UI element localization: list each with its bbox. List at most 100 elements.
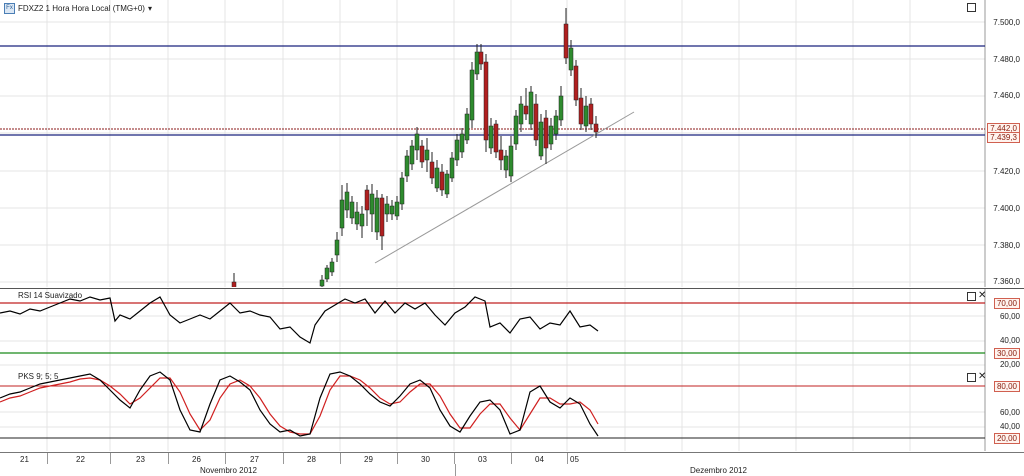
price-label-7380: 7.380,0 [993, 241, 1020, 250]
day-label: 30 [421, 455, 430, 464]
candle-down [533, 103, 539, 141]
candle-down [573, 65, 579, 101]
price-label-7400: 7.400,0 [993, 204, 1020, 213]
candle-up [558, 95, 564, 121]
candle-up [404, 155, 410, 177]
close-pks-icon[interactable]: ✕ [978, 372, 986, 382]
pks-label-60: 60,00 [999, 408, 1020, 417]
candle-up [454, 139, 460, 161]
day-label: 05 [570, 455, 579, 464]
candle-down [588, 103, 594, 125]
candle-down [231, 281, 237, 287]
pks-k-line [0, 371, 599, 437]
candle-up [369, 193, 375, 215]
rsi-label-20: 20,00 [999, 360, 1020, 369]
candle-up [449, 157, 455, 179]
day-label: 23 [136, 455, 145, 464]
day-label: 21 [20, 455, 29, 464]
price-chart-pane[interactable]: Fx FDXZ2 1 Hora Hora Local (TMG+0) ▾ 7.5… [0, 0, 1024, 287]
candle-down [439, 171, 445, 191]
candle-up [538, 121, 544, 157]
candle-up [503, 155, 509, 171]
pks-title: PKS 9; 5; 5 [18, 372, 59, 381]
candle-up [324, 267, 330, 280]
candle-up [349, 201, 355, 219]
candle-up [344, 191, 350, 211]
pks-lower-badge: 20,00 [993, 433, 1020, 444]
line-price-badge: 7.439,3 [987, 132, 1020, 143]
rsi-pane[interactable]: RSI 14 Suavizado ✕ 70,00 60,00 40,00 30,… [0, 289, 1024, 370]
candle-up [399, 177, 405, 205]
candle-down [419, 145, 425, 163]
pks-upper-badge: 80,00 [993, 381, 1020, 392]
candle-up [464, 113, 470, 141]
candle-up [374, 197, 380, 233]
day-label: 22 [76, 455, 85, 464]
price-label-7500: 7.500,0 [993, 18, 1020, 27]
price-chart-canvas[interactable] [0, 0, 1024, 287]
day-label: 03 [478, 455, 487, 464]
candle-up [553, 115, 559, 135]
chevron-down-icon[interactable]: ▾ [148, 4, 152, 13]
candle-up [414, 133, 420, 151]
month-label: Novembro 2012 [200, 466, 257, 475]
candle-up [424, 149, 430, 161]
maximize-rsi-button[interactable] [967, 292, 976, 301]
day-label: 04 [535, 455, 544, 464]
chart-symbol-icon: Fx [4, 3, 15, 14]
candle-up [518, 103, 524, 125]
rsi-canvas[interactable] [0, 289, 1024, 370]
candle-up [334, 239, 340, 256]
rsi-title: RSI 14 Suavizado [18, 291, 83, 300]
month-label: Dezembro 2012 [690, 466, 747, 475]
day-label: 28 [307, 455, 316, 464]
candle-down [478, 51, 484, 65]
candle-down [493, 123, 499, 153]
candle-up [434, 167, 440, 189]
time-axis[interactable]: 21 22 23 26 27 28 29 30 03 04 05 Novembr… [0, 452, 1024, 476]
maximize-pane-button[interactable] [967, 3, 976, 12]
candle-down [364, 189, 370, 211]
candle-down [563, 23, 569, 59]
candle-up [329, 261, 335, 273]
candle-up [359, 213, 365, 227]
candle-up [319, 279, 325, 287]
candle-up [444, 173, 450, 195]
candle-down [543, 117, 549, 149]
chart-title[interactable]: Fx FDXZ2 1 Hora Hora Local (TMG+0) ▾ [4, 3, 152, 14]
pks-canvas[interactable] [0, 370, 1024, 451]
candle-up [508, 145, 514, 177]
candle-down [429, 161, 435, 179]
candle-up [394, 201, 400, 217]
pks-d-line [0, 375, 599, 435]
rsi-label-60: 60,00 [999, 312, 1020, 321]
candle-up [354, 211, 360, 225]
candle-up [459, 133, 465, 153]
price-label-7420: 7.420,0 [993, 167, 1020, 176]
price-label-7480: 7.480,0 [993, 55, 1020, 64]
candle-up [583, 105, 589, 127]
candle-up [488, 125, 494, 149]
maximize-pks-button[interactable] [967, 373, 976, 382]
price-label-7360: 7.360,0 [993, 277, 1020, 286]
candle-up [389, 205, 395, 215]
candle-up [474, 51, 480, 75]
candle-down [523, 105, 529, 115]
pks-pane[interactable]: PKS 9; 5; 5 ✕ 80,00 60,00 40,00 20,00 [0, 370, 1024, 451]
candle-down [498, 149, 504, 161]
pks-label-40: 40,00 [999, 422, 1020, 431]
candle-down [593, 123, 599, 133]
day-label: 26 [192, 455, 201, 464]
day-label: 29 [364, 455, 373, 464]
close-rsi-icon[interactable]: ✕ [978, 291, 986, 301]
price-label-7460: 7.460,0 [993, 91, 1020, 100]
rsi-upper-badge: 70,00 [993, 298, 1020, 309]
candle-up [548, 125, 554, 145]
day-label: 27 [250, 455, 259, 464]
candle-up [513, 115, 519, 145]
rsi-line [0, 296, 599, 344]
candle-down [578, 97, 584, 125]
candle-up [409, 145, 415, 165]
rsi-lower-badge: 30,00 [993, 348, 1020, 359]
symbol-title: FDXZ2 1 Hora Hora Local (TMG+0) [18, 4, 145, 13]
